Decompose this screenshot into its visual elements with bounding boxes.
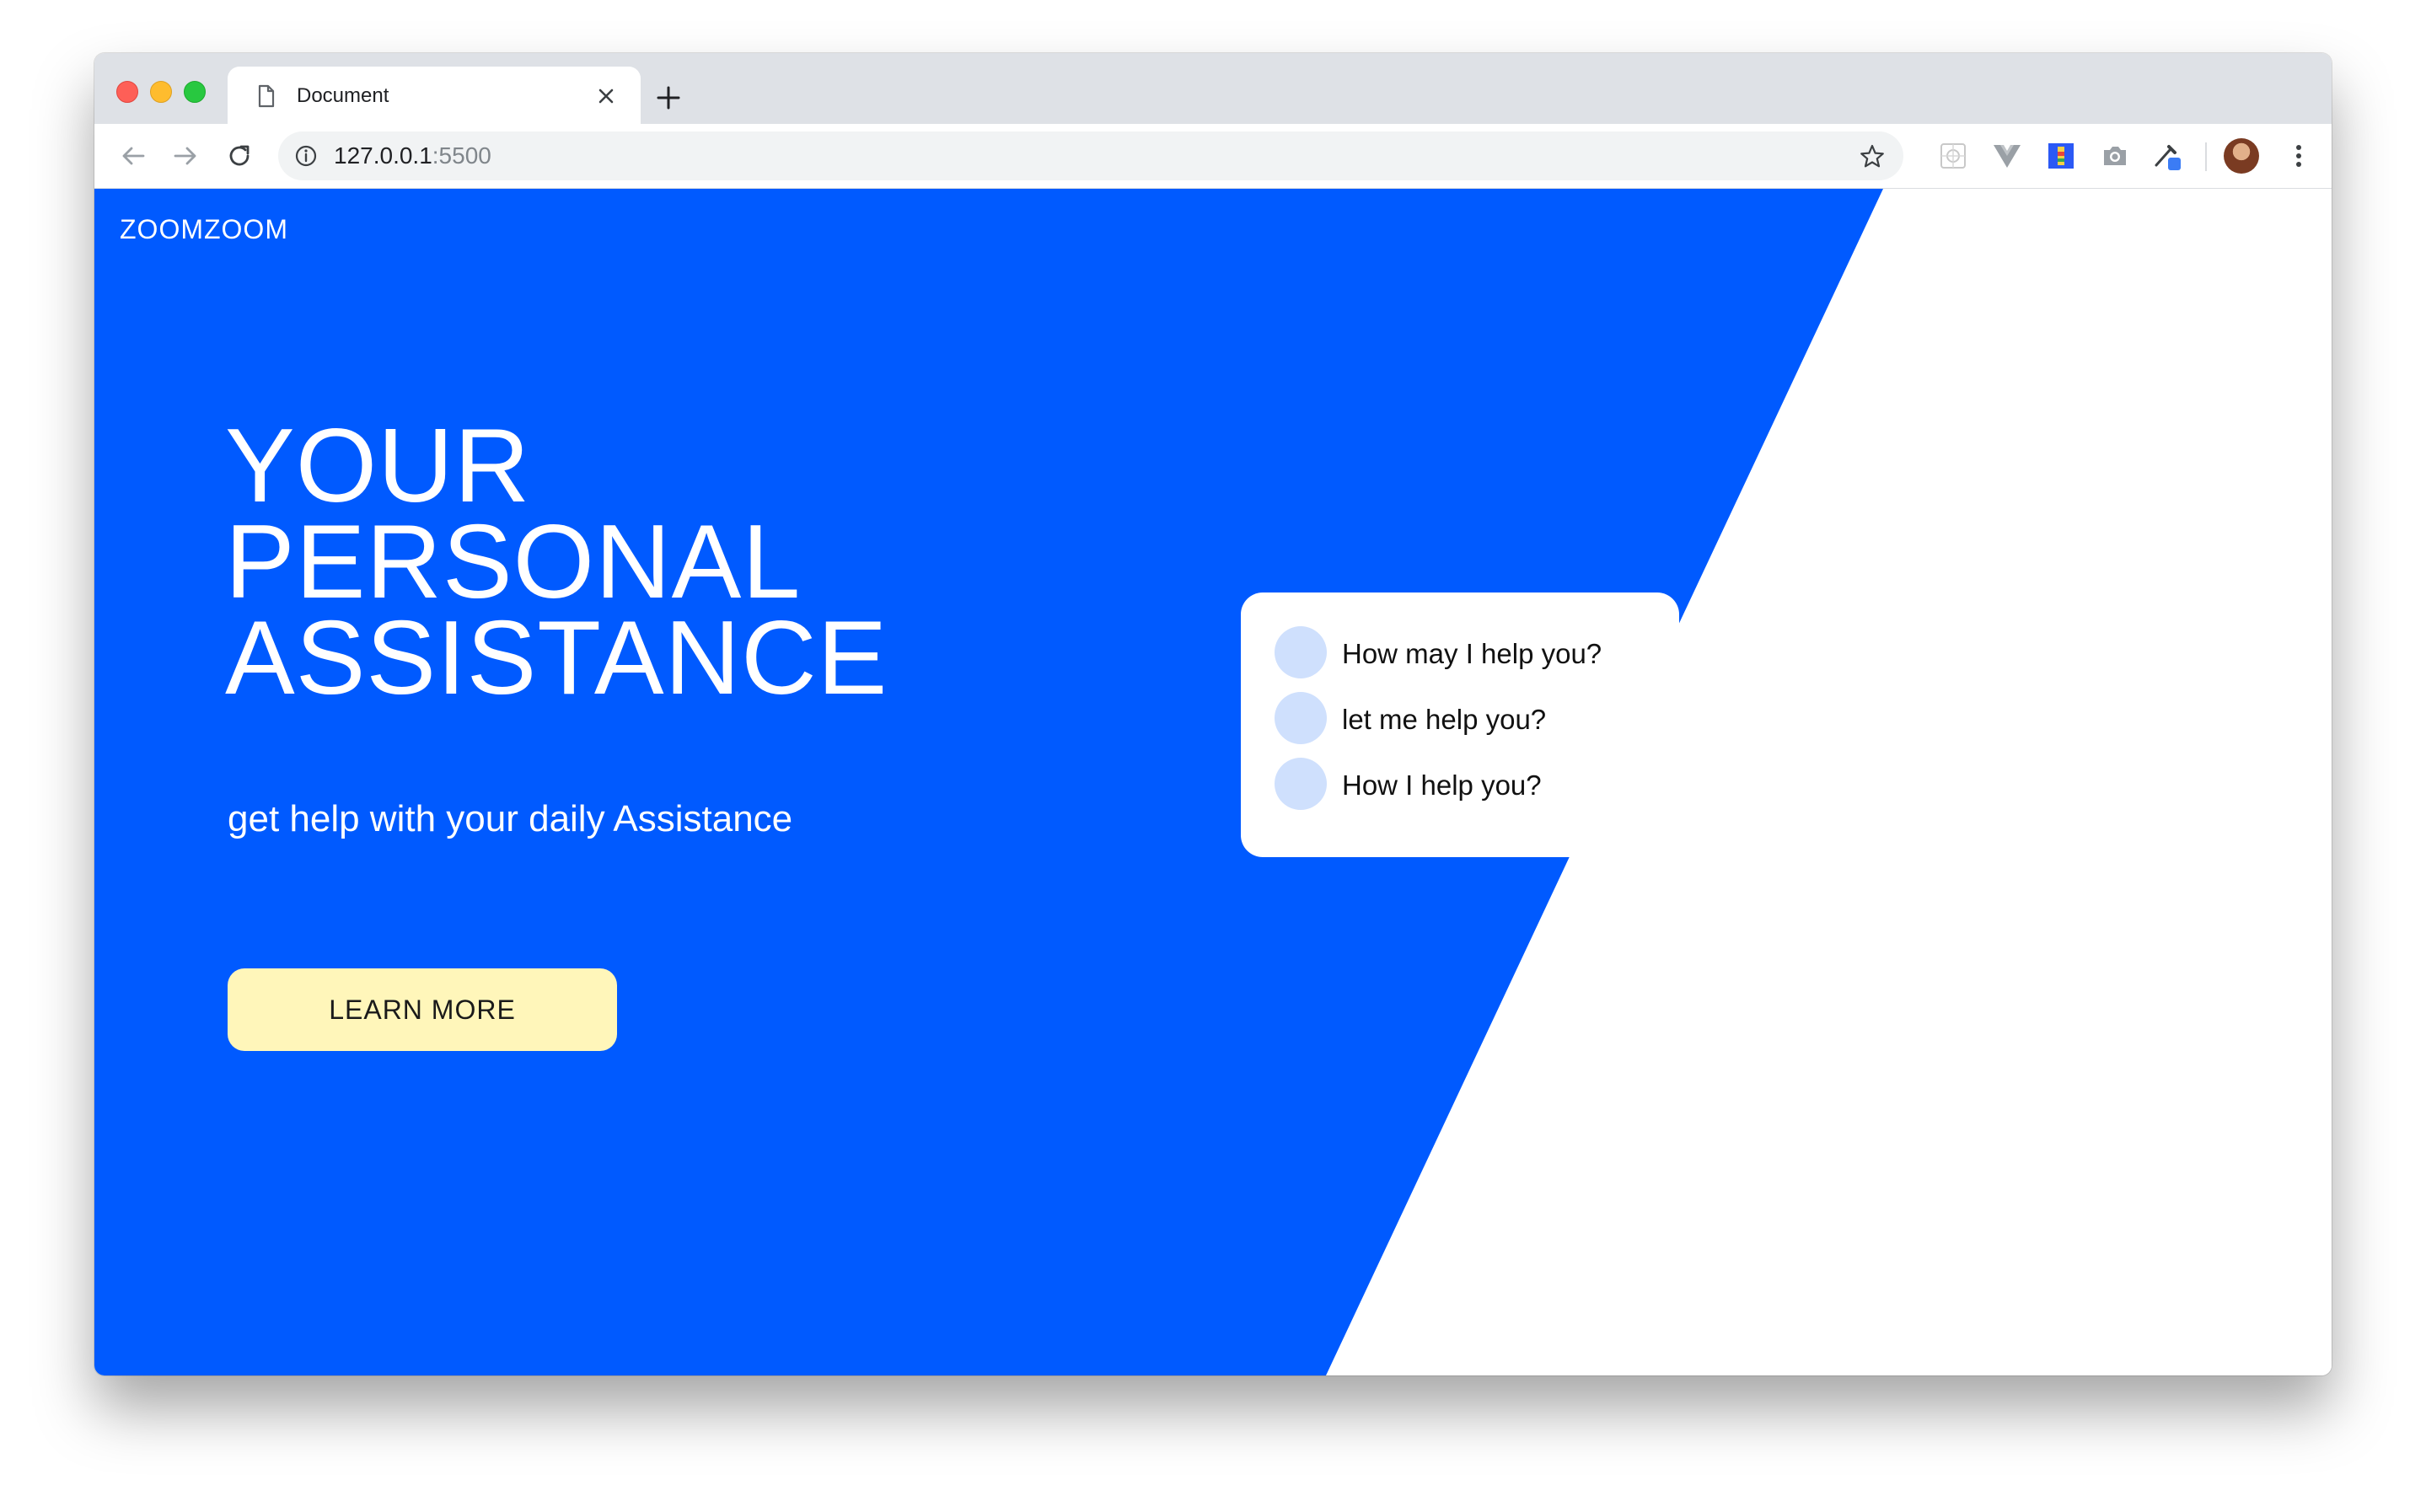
hero-subtitle: get help with your daily Assistance <box>228 798 793 839</box>
chat-card: How may I help you? let me help you? How… <box>1241 592 1679 857</box>
hero-background <box>94 189 1883 1375</box>
tab-title: Document <box>297 84 389 107</box>
headline-line-1: YOUR <box>225 408 531 524</box>
camera-icon[interactable] <box>2099 140 2131 172</box>
chat-message-text: How may I help you? <box>1342 638 1602 669</box>
tab-strip: Document <box>94 53 2332 124</box>
tab-document[interactable]: Document <box>228 67 641 124</box>
site-logo[interactable]: ZOOMZOOM <box>120 212 288 246</box>
color-extension-icon[interactable] <box>2045 140 2077 172</box>
reload-icon[interactable] <box>223 139 256 173</box>
headline-line-2: PERSONAL <box>225 504 802 620</box>
chat-avatar <box>1275 692 1327 744</box>
extension-grid-icon[interactable] <box>1937 140 1969 172</box>
chat-message: How I help you? <box>1275 758 1671 810</box>
chat-avatar <box>1275 626 1327 678</box>
document-icon <box>258 84 275 108</box>
url-host: 127.0.0.1 <box>334 142 432 169</box>
chat-message: let me help you? <box>1275 692 1671 744</box>
minimize-window-button[interactable] <box>150 81 172 103</box>
chat-message-text: let me help you? <box>1342 704 1547 735</box>
eyedropper-icon[interactable] <box>2151 140 2183 172</box>
profile-avatar[interactable] <box>2224 138 2259 174</box>
plus-icon[interactable] <box>651 80 686 115</box>
close-window-button[interactable] <box>116 81 138 103</box>
url-text[interactable]: 127.0.0.1:5500 <box>334 143 491 169</box>
info-icon[interactable] <box>293 143 319 169</box>
vue-devtools-icon[interactable] <box>1991 140 2023 172</box>
star-icon[interactable] <box>1858 142 1887 171</box>
forward-icon[interactable] <box>169 139 202 173</box>
page-viewport: ZOOMZOOM YOUR PERSONAL ASSISTANCE get he… <box>94 189 2332 1375</box>
back-icon[interactable] <box>116 139 150 173</box>
maximize-window-button[interactable] <box>184 81 206 103</box>
browser-toolbar: 127.0.0.1:5500 <box>94 124 2332 189</box>
chat-message: How may I help you? <box>1275 626 1671 678</box>
browser-window: Document 127.0.0.1:5500 ZOOMZOOM YOUR PE… <box>94 53 2332 1375</box>
hero-headline: YOUR PERSONAL ASSISTANCE <box>225 408 888 716</box>
headline-line-3: ASSISTANCE <box>225 600 888 716</box>
more-menu-icon[interactable] <box>2281 138 2316 174</box>
chat-message-text: How I help you? <box>1342 769 1542 801</box>
address-bar[interactable]: 127.0.0.1:5500 <box>278 131 1903 180</box>
url-port: :5500 <box>432 142 491 169</box>
chat-avatar <box>1275 758 1327 810</box>
close-icon[interactable] <box>592 82 620 110</box>
learn-more-button[interactable]: LEARN MORE <box>228 968 617 1051</box>
toolbar-divider <box>2205 142 2207 171</box>
